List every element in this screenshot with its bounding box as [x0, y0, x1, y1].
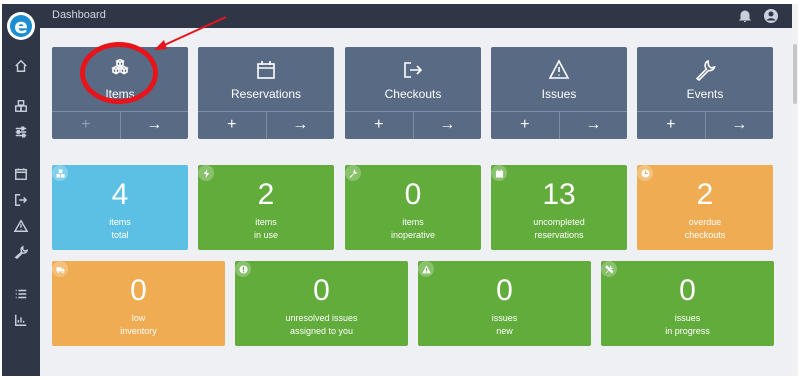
- home-icon[interactable]: [11, 56, 31, 76]
- go-items-button[interactable]: →: [119, 112, 189, 139]
- cubes-icon: [52, 165, 68, 181]
- stat-overdue-checkouts[interactable]: 2 overdue checkouts: [637, 165, 773, 250]
- go-events-button[interactable]: →: [704, 112, 774, 139]
- stat-value: 0: [130, 274, 147, 307]
- warning-icon: [546, 59, 572, 81]
- add-issue-button[interactable]: +: [491, 112, 559, 139]
- go-reservations-button[interactable]: →: [265, 112, 335, 139]
- calendar-icon: [253, 59, 279, 81]
- annotation-arrow: [154, 16, 227, 50]
- nav-card-events[interactable]: Events + →: [637, 47, 773, 139]
- stat-label-line1: low: [131, 313, 146, 323]
- stat-label-line2: reservations: [534, 230, 584, 240]
- nav-card-label: Reservations: [230, 87, 302, 101]
- stat-label-line1: items: [255, 217, 277, 227]
- exclamation-icon: [235, 261, 251, 277]
- add-reservation-button[interactable]: +: [198, 112, 266, 139]
- stat-label-line1: issues: [491, 313, 518, 323]
- add-item-button[interactable]: +: [52, 112, 120, 139]
- stat-value: 2: [257, 178, 275, 211]
- stat-label-line2: in progress: [665, 326, 710, 336]
- stat-value: 0: [404, 178, 422, 211]
- stat-uncompleted-reservations[interactable]: 13 uncompleted reservations: [491, 165, 627, 250]
- nav-card-label: Events: [686, 87, 724, 101]
- stat-label-line1: items: [109, 217, 131, 227]
- calendar-icon: [491, 165, 507, 181]
- stat-value: 0: [679, 274, 696, 307]
- page-title: Dashboard: [52, 9, 106, 21]
- items-icon[interactable]: [11, 96, 31, 116]
- sign-out-icon: [400, 59, 426, 81]
- chart-icon[interactable]: [11, 310, 31, 330]
- stat-value: 4: [111, 178, 129, 211]
- sliders-icon[interactable]: [11, 122, 31, 142]
- stat-label-line2: in use: [253, 230, 279, 240]
- calendar-icon[interactable]: [11, 164, 31, 184]
- nav-card-checkouts[interactable]: Checkouts + →: [345, 47, 481, 139]
- scrollbar-thumb[interactable]: [793, 44, 797, 104]
- stat-value: 2: [696, 178, 714, 211]
- stat-items-in-use[interactable]: 2 items in use: [198, 165, 334, 250]
- stat-label-line1: issues: [674, 313, 701, 323]
- stat-issues-in-progress[interactable]: 0 issues in progress: [601, 261, 774, 346]
- warning-icon: [418, 261, 434, 277]
- warning-icon[interactable]: [11, 216, 31, 236]
- stat-issues-new[interactable]: 0 issues new: [418, 261, 591, 346]
- logo-letter: e: [14, 14, 28, 38]
- add-event-button[interactable]: +: [637, 112, 705, 139]
- truck-icon: [52, 261, 68, 277]
- clock-icon: [637, 165, 653, 181]
- list-icon[interactable]: [11, 284, 31, 304]
- stat-value: 0: [496, 274, 513, 307]
- stat-label-line1: items: [402, 217, 424, 227]
- user-icon[interactable]: [763, 8, 779, 24]
- app-window: e Dashboard Items + → Reservations + → C…: [0, 0, 800, 380]
- bell-icon[interactable]: [737, 8, 753, 24]
- stat-label-line1: unresolved issues: [285, 313, 358, 323]
- stat-low-inventory[interactable]: 0 low inventory: [52, 261, 225, 346]
- scrollbar[interactable]: [792, 4, 798, 376]
- go-checkouts-button[interactable]: →: [412, 112, 482, 139]
- stat-label-line2: assigned to you: [289, 326, 354, 336]
- stat-value: 0: [313, 274, 330, 307]
- stat-items-inoperative[interactable]: 0 items inoperative: [345, 165, 481, 250]
- annotation-circle: [80, 42, 158, 104]
- stat-label-line2: inoperative: [390, 230, 436, 240]
- checkout-icon[interactable]: [11, 190, 31, 210]
- stat-label-line2: checkouts: [684, 230, 726, 240]
- nav-card-label: Checkouts: [384, 87, 442, 101]
- stat-value: 13: [542, 178, 576, 211]
- app-logo[interactable]: e: [7, 12, 35, 40]
- add-checkout-button[interactable]: +: [345, 112, 413, 139]
- stat-label-line2: inventory: [120, 326, 157, 336]
- nav-card-reservations[interactable]: Reservations + →: [198, 47, 334, 139]
- wrench-icon: [345, 165, 361, 181]
- nav-card-issues[interactable]: Issues + →: [491, 47, 627, 139]
- stat-label-line1: uncompleted: [533, 217, 585, 227]
- stat-label-line2: total: [111, 230, 129, 240]
- wrench-icon: [692, 59, 718, 81]
- sidebar: e: [2, 4, 40, 376]
- stat-label-line1: overdue: [688, 217, 722, 227]
- stat-unresolved-issues-assigned[interactable]: 0 unresolved issues assigned to you: [235, 261, 408, 346]
- bolt-icon: [198, 165, 214, 181]
- wrench-icon[interactable]: [11, 242, 31, 262]
- stat-label-line2: new: [496, 326, 513, 336]
- nav-card-label: Issues: [541, 87, 577, 101]
- tools-icon: [601, 261, 617, 277]
- go-issues-button[interactable]: →: [558, 112, 628, 139]
- stat-items-total[interactable]: 4 items total: [52, 165, 188, 250]
